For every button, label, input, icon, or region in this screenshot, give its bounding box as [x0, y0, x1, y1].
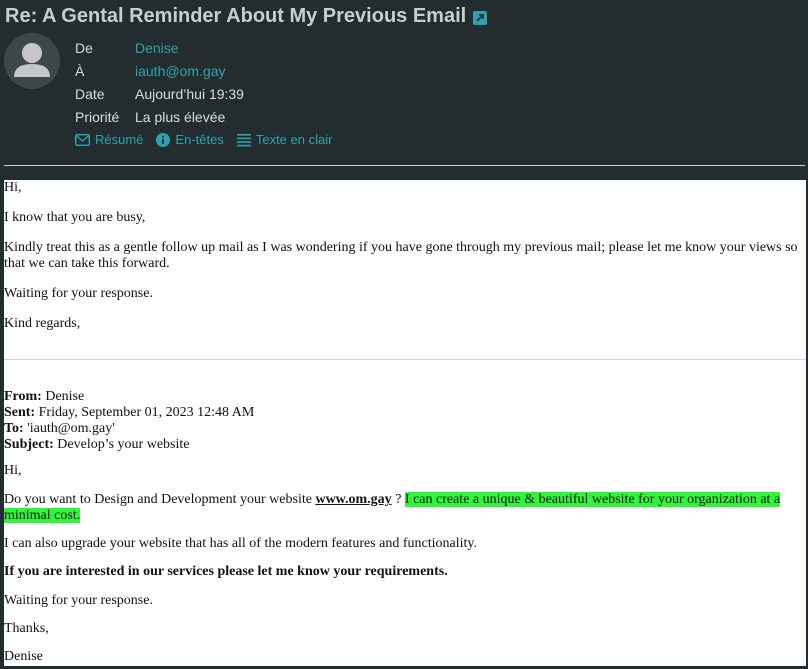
quoted-interest: If you are interested in our services pl…	[4, 564, 799, 580]
header-divider	[4, 165, 805, 166]
plain-text-toggle-label: Texte en clair	[255, 132, 333, 147]
quoted-signature: Denise	[4, 649, 43, 664]
info-icon	[156, 132, 171, 147]
quoted-subject-value: Develop’s your website	[57, 437, 190, 452]
sender-avatar	[4, 33, 60, 89]
headers-toggle[interactable]: En-têtes	[156, 132, 224, 147]
text-lines-icon	[236, 133, 251, 146]
quoted-from-label: From:	[4, 389, 42, 404]
summary-toggle-label: Résumé	[95, 132, 144, 147]
quoted-greeting: Hi,	[4, 463, 22, 478]
quoted-to-value: 'iauth@om.gay'	[27, 421, 115, 436]
quoted-sent-label: Sent:	[4, 405, 36, 420]
body-greeting: Hi,	[4, 180, 22, 195]
quoted-sent-value: Friday, September 01, 2023 12:48 AM	[38, 405, 255, 420]
to-label: À	[75, 62, 85, 79]
subject-row: Re: A Gental Reminder About My Previous …	[5, 3, 488, 29]
quoted-header: From: Denise Sent: Friday, September 01,…	[4, 389, 799, 453]
body-line-busy: I know that you are busy,	[4, 210, 146, 225]
email-header-fields: De Denise À iauth@om.gay Date Aujourd’hu…	[75, 36, 244, 128]
headers-toggle-label: En-têtes	[175, 132, 224, 147]
quoted-to-label: To:	[4, 421, 24, 436]
from-row: De Denise	[75, 36, 244, 59]
quoted-pitch-prefix: Do you want to Design and Development yo…	[4, 492, 312, 507]
quoted-from-value: Denise	[45, 389, 85, 404]
date-row: Date Aujourd’hui 19:39	[75, 82, 244, 105]
priority-label: Priorité	[75, 108, 120, 125]
message-body: Hi, I know that you are busy, Kindly tre…	[4, 180, 806, 666]
quoted-pitch-mid: ?	[395, 492, 402, 507]
summary-toggle[interactable]: Résumé	[75, 132, 143, 147]
date-label: Date	[75, 85, 105, 102]
website-link[interactable]: www.om.gay	[315, 492, 391, 507]
quoted-subject-label: Subject:	[4, 437, 54, 452]
quoted-upgrade: I can also upgrade your website that has…	[4, 536, 477, 551]
email-subject: Re: A Gental Reminder About My Previous …	[5, 4, 467, 27]
priority-row: Priorité La plus élevée	[75, 105, 244, 128]
quoted-interest-text: If you are interested in our services pl…	[4, 564, 448, 579]
from-value[interactable]: Denise	[135, 40, 179, 56]
body-signoff: Kind regards,	[4, 316, 81, 331]
to-value[interactable]: iauth@om.gay	[135, 63, 225, 79]
from-label: De	[75, 39, 93, 56]
priority-value: La plus élevée	[135, 108, 226, 125]
quoted-pitch: Do you want to Design and Development yo…	[4, 492, 799, 524]
date-value: Aujourd’hui 19:39	[135, 85, 244, 102]
to-row: À iauth@om.gay	[75, 59, 244, 82]
quoted-waiting: Waiting for your response.	[4, 593, 153, 608]
view-toggles: Résumé En-têtes Texte en clair	[75, 132, 345, 147]
body-line-waiting: Waiting for your response.	[4, 286, 153, 301]
plain-text-toggle[interactable]: Texte en clair	[236, 132, 333, 147]
quoted-thanks: Thanks,	[4, 621, 49, 636]
quote-separator	[4, 359, 806, 360]
open-external-icon[interactable]	[473, 11, 488, 25]
envelope-icon	[75, 133, 90, 146]
body-line-followup: Kindly treat this as a gentle follow up …	[4, 240, 798, 271]
